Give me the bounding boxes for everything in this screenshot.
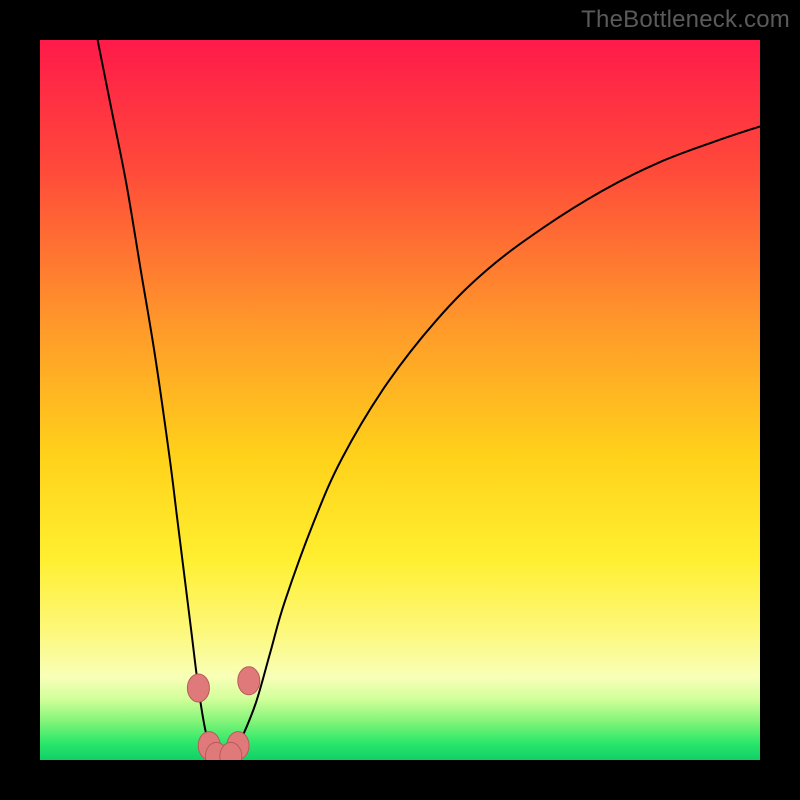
attribution-text: TheBottleneck.com	[581, 6, 790, 34]
plot-area	[40, 40, 760, 760]
curve-marker	[238, 667, 260, 695]
chart-svg	[40, 40, 760, 760]
curve-marker	[187, 674, 209, 702]
gradient-background	[40, 40, 760, 760]
outer-frame: TheBottleneck.com	[0, 0, 800, 800]
